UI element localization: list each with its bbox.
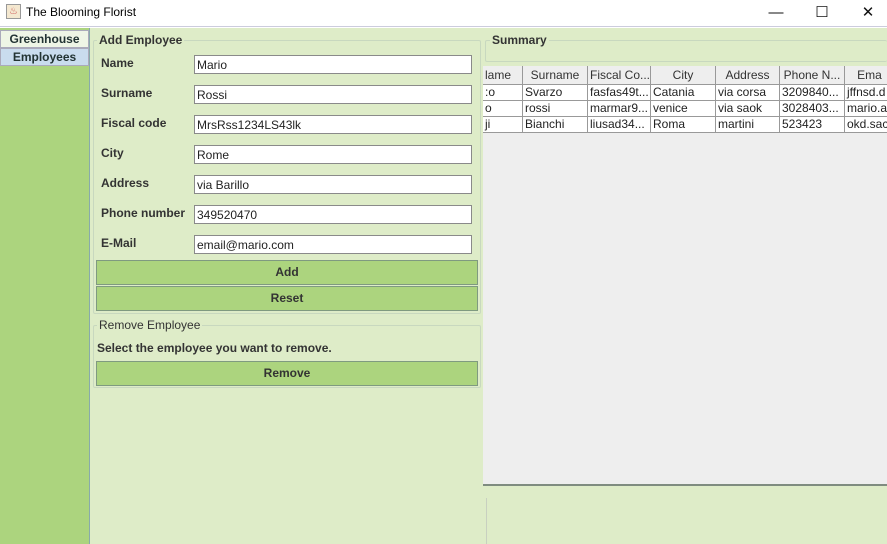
field-label: Surname (101, 86, 153, 100)
table-cell[interactable]: marmar9... (588, 101, 651, 117)
field-input-city[interactable]: Rome (194, 145, 472, 164)
table-cell[interactable]: 3209840... (780, 85, 845, 101)
tab-employees[interactable]: Employees (0, 48, 89, 66)
table-cell[interactable]: ji (483, 117, 523, 133)
column-header[interactable]: Ema (845, 66, 887, 85)
maximize-button[interactable]: ☐ (799, 0, 845, 27)
java-app-icon: ♨ (6, 4, 21, 19)
minimize-button[interactable]: — (753, 0, 799, 27)
table-cell[interactable]: fasfas49t... (588, 85, 651, 101)
summary-title: Summary (490, 33, 549, 47)
add-employee-title: Add Employee (97, 33, 185, 47)
remove-instruction: Select the employee you want to remove. (97, 341, 332, 355)
table-cell[interactable]: martini (716, 117, 780, 133)
table-cell[interactable]: liusad34... (588, 117, 651, 133)
divider (486, 498, 487, 544)
remove-employee-title: Remove Employee (97, 318, 203, 332)
reset-button[interactable]: Reset (96, 286, 478, 311)
field-input-e-mail[interactable]: email@mario.com (194, 235, 472, 254)
remove-button[interactable]: Remove (96, 361, 478, 386)
column-header[interactable]: lame (483, 66, 523, 85)
field-label: Name (101, 56, 134, 70)
table-cell[interactable]: Roma (651, 117, 716, 133)
title-bar: ♨ The Blooming Florist — ☐ ✕ (0, 0, 887, 27)
field-input-surname[interactable]: Rossi (194, 85, 472, 104)
table-cell[interactable]: Bianchi (523, 117, 588, 133)
table-cell[interactable]: o (483, 101, 523, 117)
column-header[interactable]: Surname (523, 66, 588, 85)
field-label: Fiscal code (101, 116, 167, 130)
field-input-fiscal-code[interactable]: MrsRss1234LS43lk (194, 115, 472, 134)
table-cell[interactable]: Catania (651, 85, 716, 101)
column-header[interactable]: Address (716, 66, 780, 85)
table-cell[interactable]: Svarzo (523, 85, 588, 101)
table-cell[interactable]: 3028403... (780, 101, 845, 117)
column-header[interactable]: Fiscal Co... (588, 66, 651, 85)
table-cell[interactable]: rossi (523, 101, 588, 117)
column-header[interactable]: Phone N... (780, 66, 845, 85)
tab-sidebar (0, 28, 90, 544)
field-label: E-Mail (101, 236, 137, 250)
column-header[interactable]: City (651, 66, 716, 85)
close-button[interactable]: ✕ (845, 0, 887, 27)
tab-greenhouse[interactable]: Greenhouse (0, 30, 89, 48)
field-input-address[interactable]: via Barillo (194, 175, 472, 194)
field-label: Address (101, 176, 150, 190)
window-title: The Blooming Florist (26, 5, 137, 19)
add-button[interactable]: Add (96, 260, 478, 285)
table-cell[interactable]: via saok (716, 101, 780, 117)
field-input-name[interactable]: Mario (194, 55, 472, 74)
table-cell[interactable]: venice (651, 101, 716, 117)
field-input-phone-number[interactable]: 349520470 (194, 205, 472, 224)
table-cell[interactable]: okd.sac (845, 117, 887, 133)
field-label: Phone number (101, 206, 186, 220)
table-cell[interactable]: 523423 (780, 117, 845, 133)
table-cell[interactable]: via corsa (716, 85, 780, 101)
field-label: City (101, 146, 124, 160)
table-cell[interactable]: jffnsd.d (845, 85, 887, 101)
table-cell[interactable]: mario.a (845, 101, 887, 117)
employees-table[interactable]: lame:o o ji Surname Svarzo rossi Bianchi Fiscal… (483, 66, 887, 486)
table-cell[interactable]: :o (483, 85, 523, 101)
